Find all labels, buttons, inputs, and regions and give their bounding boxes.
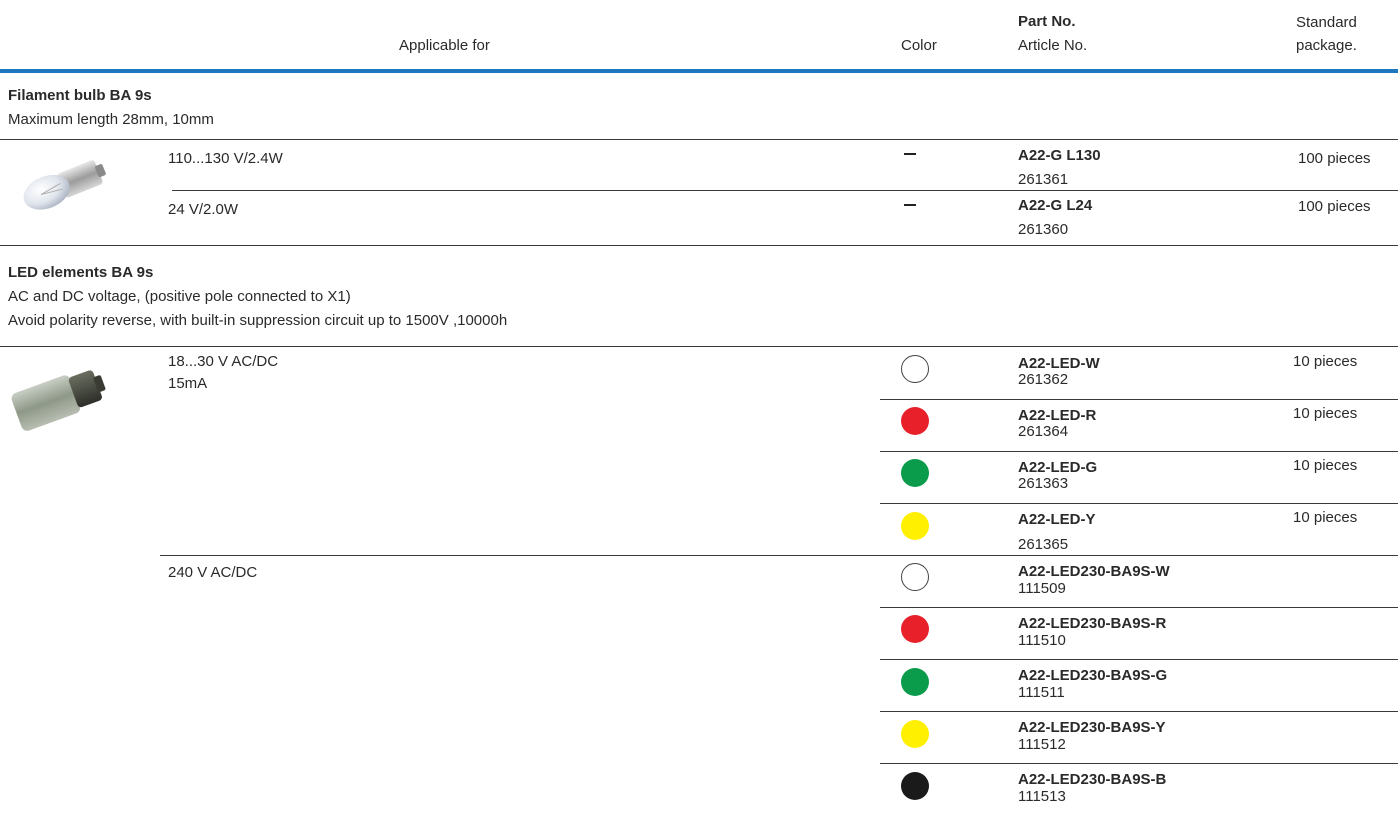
led230-g-article: 111511 — [1018, 684, 1065, 701]
filament-row2-color-dash — [904, 204, 916, 206]
led-y-package: 10 pieces — [1293, 509, 1358, 526]
color-dot-green — [901, 668, 929, 696]
header-standard: Standard — [1296, 14, 1357, 31]
header-divider — [0, 69, 1398, 73]
led-subtitle-1: AC and DC voltage, (positive pole connec… — [8, 288, 351, 305]
led-r-package: 10 pieces — [1293, 405, 1358, 422]
led-w-package: 10 pieces — [1293, 353, 1358, 370]
filament-row2-article: 261360 — [1018, 221, 1069, 238]
filament-top-rule — [0, 139, 1398, 140]
filament-row1-color-dash — [904, 153, 916, 155]
led-row-divider — [880, 659, 1398, 660]
led-r-article: 261364 — [1018, 423, 1069, 440]
filament-row2-part: A22-G L24 — [1018, 197, 1093, 214]
filament-row1-package: 100 pieces — [1298, 150, 1371, 167]
led-g-article: 261363 — [1018, 475, 1069, 492]
led-top-rule — [0, 346, 1398, 347]
color-dot-white — [901, 355, 929, 383]
led230-y-part: A22-LED230-BA9S-Y — [1018, 719, 1166, 736]
filament-title: Filament bulb BA 9s — [8, 87, 152, 104]
led-r-part: A22-LED-R — [1018, 407, 1097, 424]
led-group-divider — [160, 555, 1398, 556]
led-element-image — [4, 356, 116, 440]
color-dot-red — [901, 615, 929, 643]
led-y-part: A22-LED-Y — [1018, 511, 1096, 528]
header-package: package. — [1296, 37, 1357, 54]
filament-row-divider — [172, 190, 1398, 191]
led-row-divider — [880, 763, 1398, 764]
color-dot-yellow — [901, 512, 929, 540]
color-dot-green — [901, 459, 929, 487]
led-g-package: 10 pieces — [1293, 457, 1358, 474]
led230-g-part: A22-LED230-BA9S-G — [1018, 667, 1168, 684]
filament-row2-applicable: 24 V/2.0W — [168, 201, 239, 218]
color-dot-yellow — [901, 720, 929, 748]
color-dot-white — [901, 563, 929, 591]
led-title: LED elements BA 9s — [8, 264, 154, 281]
led230-r-article: 111510 — [1018, 632, 1066, 649]
led-g-part: A22-LED-G — [1018, 459, 1098, 476]
led230-r-part: A22-LED230-BA9S-R — [1018, 615, 1167, 632]
led-row-divider — [880, 607, 1398, 608]
led-group1-applicable-1: 18...30 V AC/DC — [168, 353, 279, 370]
led-row-divider — [880, 503, 1398, 504]
led-group1-applicable-2: 15mA — [168, 375, 208, 392]
led230-b-article: 111513 — [1018, 788, 1066, 805]
led-row-divider — [880, 451, 1398, 452]
filament-row1-article: 261361 — [1018, 171, 1069, 188]
filament-bulb-image — [10, 152, 120, 222]
filament-row1-applicable: 110...130 V/2.4W — [168, 150, 283, 167]
led230-w-part: A22-LED230-BA9S-W — [1018, 563, 1170, 580]
color-dot-red — [901, 407, 929, 435]
led-row-divider — [880, 399, 1398, 400]
header-part-no: Part No. — [1018, 13, 1076, 30]
filament-bottom-rule — [0, 245, 1398, 246]
header-article-no: Article No. — [1018, 37, 1088, 54]
filament-row1-part: A22-G L130 — [1018, 147, 1101, 164]
led230-w-article: 111509 — [1018, 580, 1066, 597]
led-subtitle-2: Avoid polarity reverse, with built-in su… — [8, 312, 508, 329]
led-w-part: A22-LED-W — [1018, 355, 1100, 372]
led-group2-applicable: 240 V AC/DC — [168, 564, 258, 581]
led-row-divider — [880, 711, 1398, 712]
color-dot-black — [901, 772, 929, 800]
header-color: Color — [901, 37, 937, 54]
filament-row2-package: 100 pieces — [1298, 198, 1371, 215]
led-w-article: 261362 — [1018, 371, 1069, 388]
led230-b-part: A22-LED230-BA9S-B — [1018, 771, 1167, 788]
led230-y-article: 111512 — [1018, 736, 1066, 753]
header-applicable: Applicable for — [399, 37, 490, 54]
filament-subtitle: Maximum length 28mm, 10mm — [8, 111, 214, 128]
led-y-article: 261365 — [1018, 536, 1069, 553]
